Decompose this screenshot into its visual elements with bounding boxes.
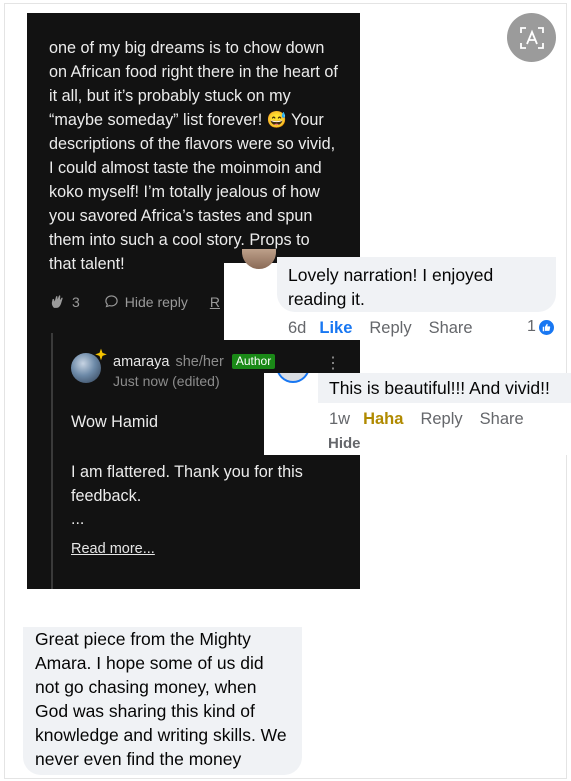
reply-ellipsis: ... xyxy=(71,511,85,528)
fb-comment-2: This is beautiful!!! And vivid!! 1w Haha… xyxy=(264,373,571,455)
avatar[interactable] xyxy=(242,249,276,269)
reply-author-pronouns: she/her xyxy=(175,354,224,370)
haha-reaction-button[interactable]: Haha xyxy=(363,410,403,429)
fb-comment-text: Lovely narration! I enjoyed reading it. xyxy=(288,265,494,309)
reaction-count[interactable]: 1 xyxy=(527,318,554,336)
like-reaction-icon xyxy=(538,319,554,335)
share-button[interactable]: Share xyxy=(429,319,473,338)
hide-reply-label: Hide reply xyxy=(124,293,188,310)
reply-link-cut[interactable]: R xyxy=(210,294,220,310)
clap-icon xyxy=(51,295,63,308)
fb-comment-bubble: Lovely narration! I enjoyed reading it. xyxy=(277,257,556,312)
avatar[interactable] xyxy=(276,373,310,383)
like-button[interactable]: Like xyxy=(319,319,352,338)
reply-thread-line xyxy=(51,333,53,589)
sparkle-icon xyxy=(95,348,107,361)
more-vertical-icon[interactable]: ⋮ xyxy=(325,353,341,373)
read-more-link[interactable]: Read more... xyxy=(71,541,155,557)
fb-comment-bubble: This is beautiful!!! And vivid!! xyxy=(318,373,571,403)
translate-icon xyxy=(519,26,544,49)
fb-comment-time[interactable]: 6d xyxy=(288,319,306,338)
clap-button[interactable]: 3 xyxy=(49,293,80,310)
fb-comment-actions: 6d Like Reply Share xyxy=(288,319,473,338)
fb-comment-actions: 1w Haha Reply Share xyxy=(329,410,524,429)
translate-button[interactable] xyxy=(507,13,556,62)
fb-comment-time[interactable]: 1w xyxy=(329,410,350,429)
medium-comment-body: one of my big dreams is to chow down on … xyxy=(49,39,338,273)
reply-author-name[interactable]: amaraya xyxy=(113,354,169,370)
reply-author-line: amaraya she/her Author xyxy=(113,354,276,370)
reply-greeting: Wow Hamid xyxy=(71,413,158,431)
reply-text: I am flattered. Thank you for this feedb… xyxy=(71,463,303,505)
fb-comment-1: Lovely narration! I enjoyed reading it. … xyxy=(224,249,560,340)
hide-reply-button[interactable]: Hide reply xyxy=(104,294,188,310)
fb-comment-text: This is beautiful!!! And vivid!! xyxy=(329,378,550,398)
hide-button[interactable]: Hide xyxy=(328,435,361,452)
medium-comment-actions: 3 Hide reply R xyxy=(49,293,220,310)
fb-comment-text: Great piece from the Mighty Amara. I hop… xyxy=(35,629,287,769)
fb-comment-3: Great piece from the Mighty Amara. I hop… xyxy=(23,627,302,775)
reply-button[interactable]: Reply xyxy=(369,319,411,338)
author-badge: Author xyxy=(231,354,276,369)
reply-button[interactable]: Reply xyxy=(420,410,462,429)
clap-count: 3 xyxy=(72,293,80,310)
chat-bubble-icon xyxy=(105,295,118,308)
reaction-count-number: 1 xyxy=(527,318,536,335)
reply-timestamp: Just now (edited) xyxy=(113,373,220,389)
share-button[interactable]: Share xyxy=(480,410,524,429)
